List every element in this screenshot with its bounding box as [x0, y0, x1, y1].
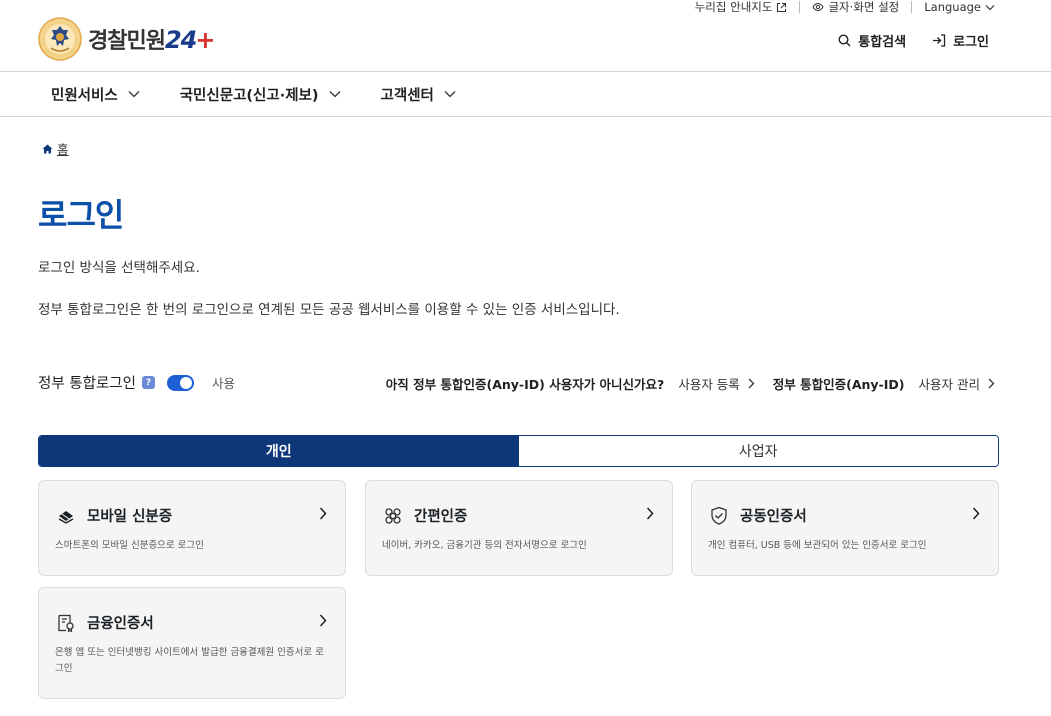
card-header: 모바일 신분증 [57, 505, 172, 526]
breadcrumb[interactable]: 홈 [42, 139, 69, 158]
shield-icon [711, 506, 727, 525]
anyid-label: 정부 통합인증(Any-ID) [772, 377, 905, 392]
anyid-question: 아직 정부 통합인증(Any-ID) 사용자가 아니신가요? [385, 377, 665, 392]
nav-civil-service[interactable]: 민원서비스 [51, 84, 140, 105]
tab-business[interactable]: 사업자 [518, 436, 998, 466]
display-settings-link[interactable]: 글자·화면 설정 [800, 0, 911, 15]
utility-bar: 누리집 안내지도 글자·화면 설정 Language [683, 0, 995, 14]
simple-auth-icon [385, 507, 401, 524]
mobile-id-card[interactable]: 모바일 신분증 스마트폰의 모바일 신분증으로 로그인 [38, 480, 346, 576]
chevron-right-icon [319, 507, 327, 520]
card-title: 간편인증 [414, 509, 468, 525]
external-link-icon [777, 2, 787, 12]
integrated-login-toggle[interactable] [167, 374, 194, 391]
login-type-tabs: 개인 사업자 [38, 435, 999, 467]
language-label: Language [924, 0, 981, 14]
police-emblem-icon [38, 17, 82, 61]
eye-icon [812, 2, 825, 12]
financial-certificate-card[interactable]: 금융인증서 은행 앱 또는 인터넷뱅킹 사이트에서 발급한 금융결제원 인증서로… [38, 587, 346, 699]
sitemap-label: 누리집 안내지도 [694, 0, 773, 14]
chevron-down-icon [985, 4, 995, 10]
integrated-login-label: 정부 통합로그인 [38, 376, 136, 392]
page-title: 로그인 [38, 196, 124, 234]
nav-label: 민원서비스 [51, 87, 118, 104]
logo-plus-mark: + [195, 26, 215, 54]
logo-text: 경찰민원 [88, 29, 166, 54]
mobile-id-icon [58, 510, 74, 524]
language-selector[interactable]: Language [912, 0, 995, 14]
anyid-links: 아직 정부 통합인증(Any-ID) 사용자가 아니신가요? 사용자 등록 정부… [386, 374, 995, 393]
certificate-icon [58, 614, 74, 632]
login-label: 로그인 [953, 35, 989, 50]
chevron-right-icon [646, 507, 654, 520]
display-settings-label: 글자·화면 설정 [828, 0, 900, 14]
site-logo[interactable]: 경찰민원 24 + [38, 17, 215, 61]
search-label: 통합검색 [858, 35, 907, 50]
chevron-right-icon [748, 378, 755, 389]
header-actions: 통합검색 로그인 [838, 31, 989, 50]
page-description: 로그인 방식을 선택해주세요. [38, 260, 200, 276]
nav-epeople[interactable]: 국민신문고(신고·제보) [180, 84, 341, 105]
page-description-detail: 정부 통합로그인은 한 번의 로그인으로 연계된 모든 공공 웹서비스를 이용할… [38, 302, 620, 318]
card-header: 금융인증서 [57, 612, 154, 633]
chevron-down-icon [329, 91, 340, 98]
sitemap-link[interactable]: 누리집 안내지도 [683, 0, 800, 15]
card-description: 네이버, 카카오, 금융기관 등의 전자서명으로 로그인 [382, 540, 587, 551]
register-label: 사용자 등록 [678, 377, 740, 392]
manage-user-link[interactable]: 사용자 관리 [919, 374, 995, 393]
integrated-search-button[interactable]: 통합검색 [838, 31, 906, 50]
card-description: 스마트폰의 모바일 신분증으로 로그인 [55, 540, 204, 551]
chevron-right-icon [319, 614, 327, 627]
card-header: 간편인증 [384, 505, 467, 526]
tab-personal[interactable]: 개인 [39, 436, 519, 466]
nav-label: 고객센터 [380, 87, 434, 104]
joint-certificate-card[interactable]: 공동인증서 개인 컴퓨터, USB 등에 보관되어 있는 인증서로 로그인 [691, 480, 999, 576]
nav-label: 국민신문고(신고·제보) [179, 87, 319, 104]
chevron-down-icon [444, 91, 456, 98]
chevron-right-icon [988, 378, 995, 389]
login-button[interactable]: 로그인 [932, 31, 989, 50]
help-icon[interactable]: ? [142, 376, 155, 389]
manage-label: 사용자 관리 [918, 377, 980, 392]
home-icon [42, 144, 53, 153]
chevron-right-icon [972, 507, 980, 520]
logo-number: 24 [164, 26, 197, 54]
logo-wordmark: 경찰민원 24 + [88, 23, 215, 55]
breadcrumb-home[interactable]: 홈 [57, 139, 69, 158]
chevron-down-icon [128, 91, 140, 98]
integrated-login-row: 정부 통합로그인 ? 사용 [38, 372, 235, 393]
card-description: 개인 컴퓨터, USB 등에 보관되어 있는 인증서로 로그인 [708, 540, 927, 551]
login-icon [933, 34, 946, 47]
card-title: 공동인증서 [740, 509, 807, 525]
toggle-label: 사용 [212, 376, 236, 391]
search-icon [838, 34, 851, 47]
main-navigation: 민원서비스 국민신문고(신고·제보) 고객센터 [0, 71, 1051, 117]
register-user-link[interactable]: 사용자 등록 [678, 374, 755, 393]
card-title: 모바일 신분증 [87, 509, 173, 525]
card-description: 은행 앱 또는 인터넷뱅킹 사이트에서 발급한 금융결제원 인증서로 로그인 [55, 647, 324, 674]
card-title: 금융인증서 [87, 616, 154, 632]
card-header: 공동인증서 [710, 505, 807, 526]
nav-customer-center[interactable]: 고객센터 [381, 84, 456, 105]
simple-auth-card[interactable]: 간편인증 네이버, 카카오, 금융기관 등의 전자서명으로 로그인 [365, 480, 673, 576]
